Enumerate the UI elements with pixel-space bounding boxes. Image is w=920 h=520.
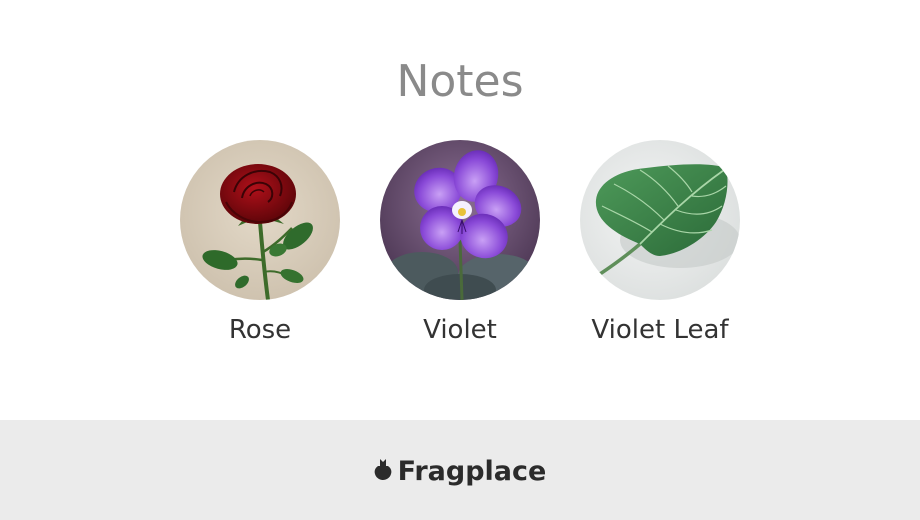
rose-image[interactable] <box>180 140 340 300</box>
note-item-violet-leaf[interactable]: Violet Leaf <box>560 140 760 360</box>
note-label-rose: Rose <box>228 315 292 345</box>
violet-leaf-image[interactable] <box>580 140 740 300</box>
fragplace-logo-icon <box>374 458 392 484</box>
note-item-rose[interactable]: Rose <box>160 140 360 360</box>
brand-name: Fragplace <box>397 455 547 487</box>
note-label-violet-leaf: Violet Leaf <box>591 315 729 345</box>
notes-heading: Notes <box>396 56 524 107</box>
note-item-violet[interactable]: Violet <box>360 140 560 360</box>
page: Notes Rose Violet Violet Leaf Fragplace <box>0 0 920 520</box>
violet-image[interactable] <box>380 140 540 300</box>
footer: Fragplace <box>0 420 920 520</box>
note-label-violet: Violet <box>423 315 497 345</box>
notes-list: Rose Violet Violet Leaf <box>160 140 760 360</box>
brand-link[interactable]: Fragplace <box>374 455 547 487</box>
